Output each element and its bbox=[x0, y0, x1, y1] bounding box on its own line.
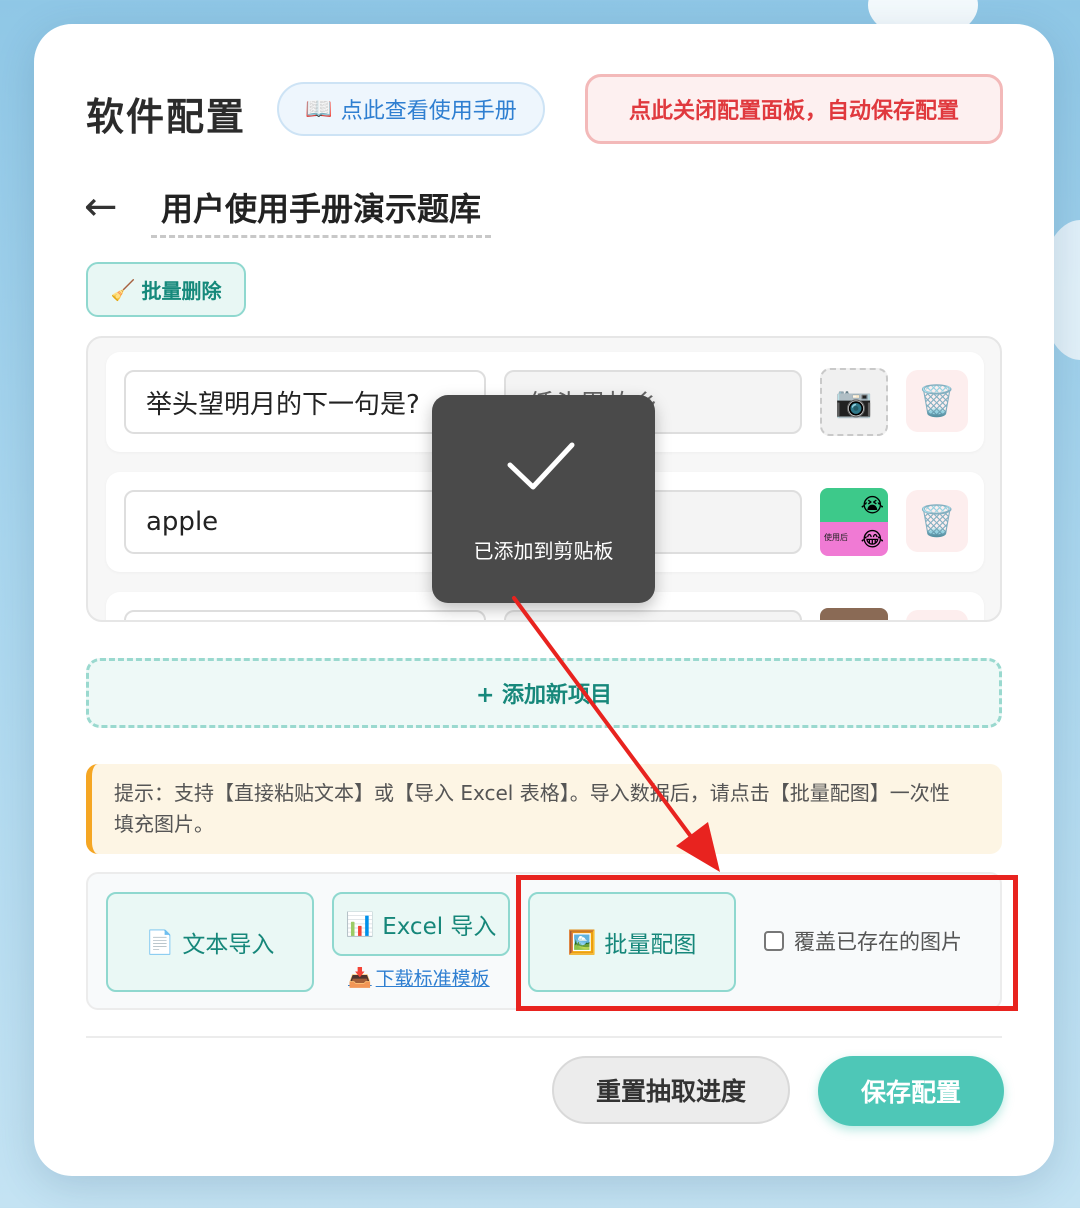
batch-image-button[interactable]: 🖼️ 批量配图 bbox=[528, 892, 736, 992]
page-title: 软件配置 bbox=[86, 95, 247, 139]
footer-divider bbox=[86, 1036, 1002, 1038]
close-panel-button[interactable]: 点此关闭配置面板，自动保存配置 bbox=[585, 74, 1003, 144]
crying-face-icon: 😭 bbox=[860, 493, 884, 517]
excel-import-button[interactable]: 📊 Excel 导入 bbox=[332, 892, 510, 956]
download-tray-icon: 📥 bbox=[348, 966, 372, 989]
picture-icon: 🖼️ bbox=[567, 929, 597, 956]
bank-title-input[interactable]: 用户使用手册演示题库 bbox=[151, 184, 491, 238]
save-config-button[interactable]: 保存配置 bbox=[818, 1056, 1004, 1126]
download-template-link[interactable]: 📥 下载标准模板 bbox=[348, 962, 508, 992]
add-item-button[interactable]: + 添加新项目 bbox=[86, 658, 1002, 728]
batch-image-label: 批量配图 bbox=[604, 932, 697, 958]
download-template-label: 下载标准模板 bbox=[375, 967, 490, 990]
trash-icon: 🗑️ bbox=[918, 503, 956, 539]
trash-icon: 🗑️ bbox=[918, 383, 956, 419]
hint-box: 提示：支持【直接粘贴文本】或【导入 Excel 表格】。导入数据后，请点击【批量… bbox=[86, 764, 1002, 854]
checkmark-icon bbox=[507, 442, 575, 490]
broom-icon: 🧹 bbox=[110, 277, 136, 302]
toast-notification: 已添加到剪贴板 bbox=[432, 395, 655, 603]
config-panel: 软件配置 📖 点此查看使用手册 点此关闭配置面板，自动保存配置 ← 用户使用手册… bbox=[34, 24, 1054, 1176]
batch-delete-button[interactable]: 🧹 批量删除 bbox=[86, 262, 246, 317]
excel-import-label: Excel 导入 bbox=[382, 914, 497, 940]
back-arrow-icon[interactable]: ← bbox=[84, 184, 118, 230]
delete-item-button[interactable]: 🗑️ bbox=[906, 370, 968, 432]
overwrite-option[interactable]: 覆盖已存在的图片 bbox=[764, 926, 962, 956]
import-toolbar: 📄 文本导入 📊 Excel 导入 📥 下载标准模板 🖼️ 批量配图 覆盖已存在… bbox=[86, 872, 1002, 1010]
overwrite-checkbox[interactable] bbox=[764, 931, 784, 951]
camera-icon: 📷 bbox=[835, 384, 873, 420]
text-import-label: 文本导入 bbox=[182, 932, 275, 958]
delete-item-button[interactable] bbox=[906, 610, 968, 620]
text-import-button[interactable]: 📄 文本导入 bbox=[106, 892, 314, 992]
reset-progress-button[interactable]: 重置抽取进度 bbox=[552, 1056, 790, 1124]
thumbnail-label: 使用后 bbox=[824, 533, 848, 542]
answer-input[interactable] bbox=[504, 610, 802, 620]
manual-button[interactable]: 📖 点此查看使用手册 bbox=[277, 82, 545, 136]
batch-delete-label: 批量删除 bbox=[141, 279, 222, 303]
laughing-face-icon: 😂 bbox=[860, 527, 884, 551]
item-image-thumbnail[interactable]: 😭 使用后 😂 bbox=[820, 488, 888, 556]
overwrite-label: 覆盖已存在的图片 bbox=[794, 930, 962, 954]
bar-chart-icon: 📊 bbox=[345, 911, 375, 938]
image-upload-slot[interactable]: 📷 bbox=[820, 368, 888, 436]
delete-item-button[interactable]: 🗑️ bbox=[906, 490, 968, 552]
book-icon: 📖 bbox=[305, 96, 333, 122]
manual-button-label: 点此查看使用手册 bbox=[340, 99, 517, 124]
question-input[interactable] bbox=[124, 610, 486, 620]
item-image-thumbnail[interactable] bbox=[820, 608, 888, 620]
document-icon: 📄 bbox=[145, 929, 175, 956]
toast-message: 已添加到剪贴板 bbox=[473, 539, 614, 563]
